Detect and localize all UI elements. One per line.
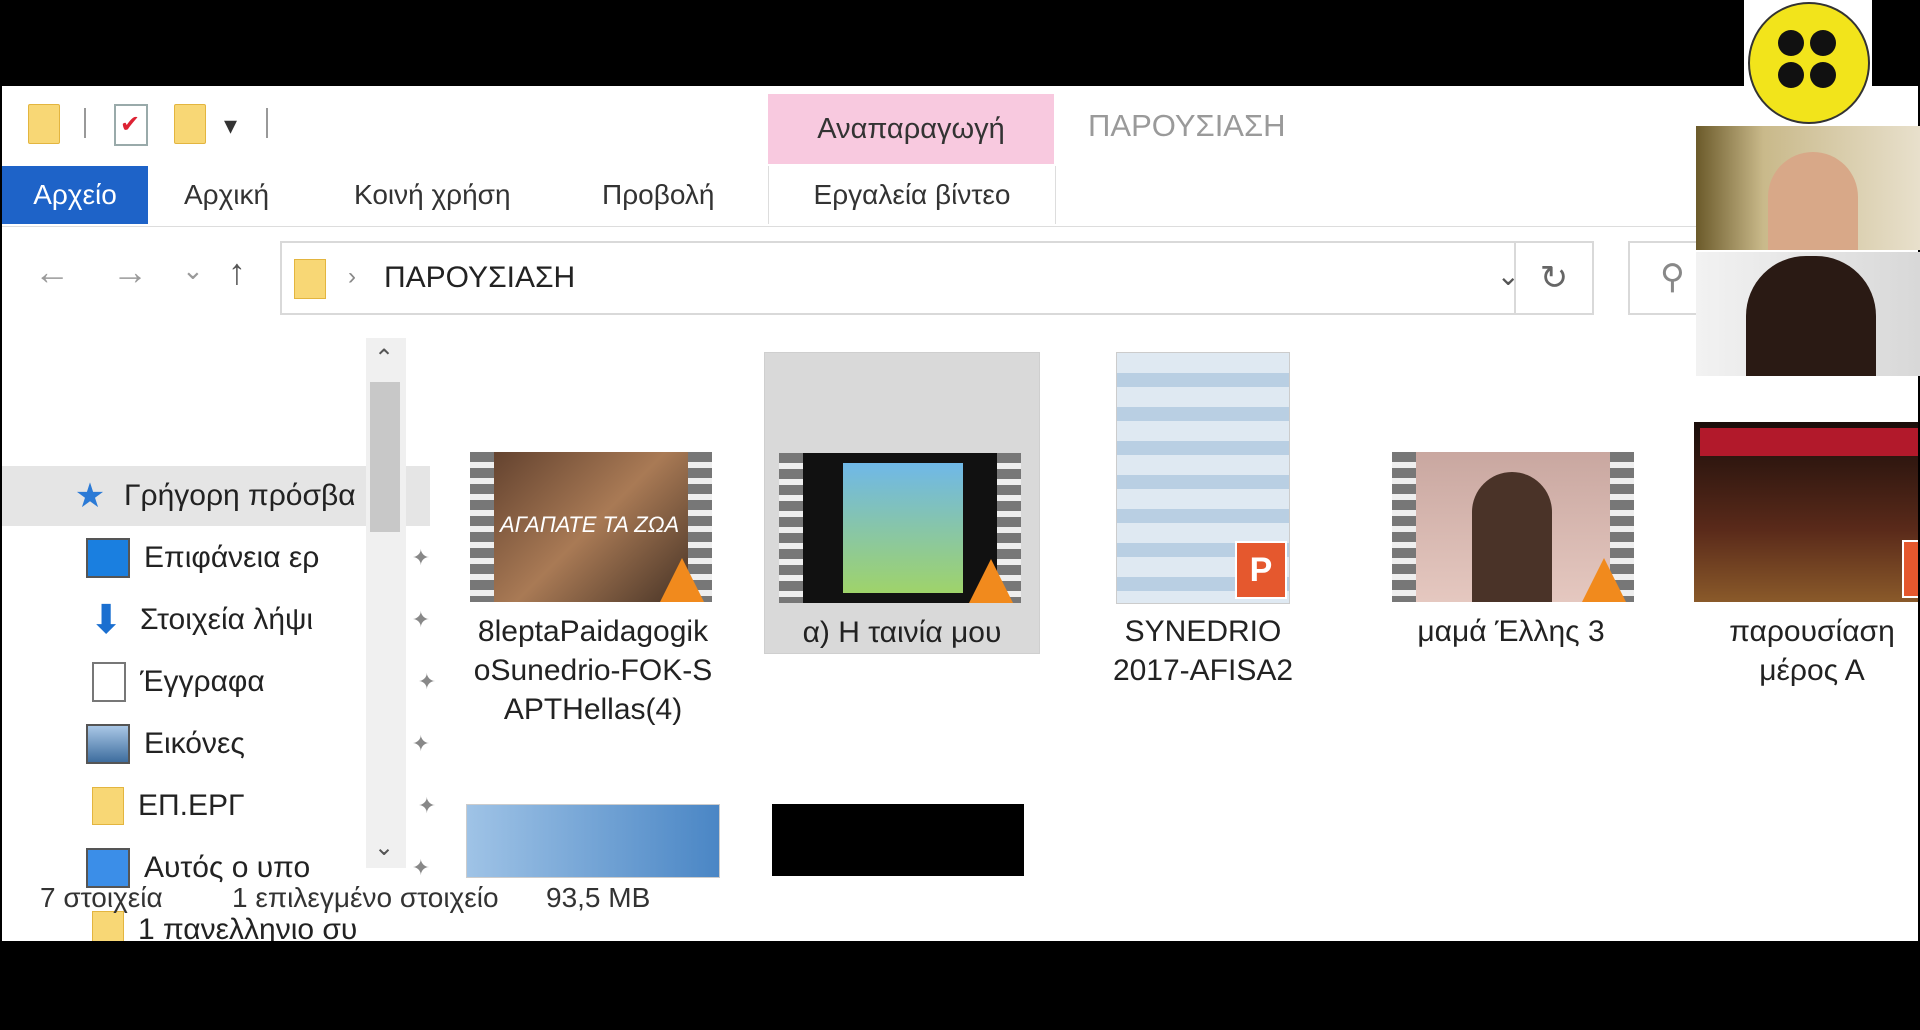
powerpoint-icon: P (1235, 541, 1287, 599)
filmstrip-left (1392, 452, 1416, 602)
sidebar-item-label: Στοιχεία λήψι (140, 603, 314, 636)
separator (84, 108, 86, 138)
navigation-pane: ★ Γρήγορη πρόσβα Επιφάνεια ερ ✦ ⬇ Στοιχε… (2, 338, 436, 888)
tab-share[interactable]: Κοινή χρήση (354, 166, 511, 224)
pin-icon[interactable]: ✦ (418, 669, 436, 695)
address-bar[interactable]: › ΠΑΡΟΥΣΙΑΣΗ ⌄ ↻ (280, 241, 1594, 315)
vlc-cone-icon (660, 558, 704, 602)
refresh-icon[interactable]: ↻ (1514, 243, 1592, 313)
quick-access-toolbar: ▾ (2, 86, 762, 166)
logo-pawprints (1778, 30, 1838, 90)
tab-view[interactable]: Προβολή (602, 166, 714, 224)
customize-qat-dropdown-icon[interactable]: ▾ (224, 110, 237, 141)
sidebar-item-label: Επιφάνεια ερ (144, 541, 320, 574)
video-thumbnail (779, 453, 1021, 603)
file-item-video-tainia-selected[interactable]: α) Η ταινία μου (764, 352, 1040, 654)
file-item-partial-presentation[interactable] (466, 804, 720, 878)
file-name-line: 8leptaPaidagogik (477, 615, 709, 648)
item-count: 7 στοιχεία (40, 882, 163, 913)
file-name: α) Η ταινία μου (765, 613, 1039, 652)
breadcrumb[interactable]: ΠΑΡΟΥΣΙΑΣΗ (384, 261, 575, 295)
thumbnail-caption: ΑΓΑΠΑΤΕ ΤΑ ΖΩΑ (500, 512, 680, 537)
properties-check-icon[interactable] (114, 104, 148, 146)
sidebar-item-label: Εικόνες (144, 727, 245, 760)
file-name-line: α) Η ταινία μου (802, 616, 1002, 649)
filmstrip-left (779, 453, 803, 603)
file-item-video-mama-ellis[interactable]: μαμά Έλλης 3 (1374, 352, 1648, 652)
context-tab-group-playback: Αναπαραγωγή (768, 94, 1054, 164)
file-name-line: παρουσίαση (1729, 615, 1895, 648)
status-bar: 7 στοιχεία 1 επιλεγμένο στοιχείο 93,5 MB (2, 876, 1918, 926)
presentation-thumbnail: P (1116, 352, 1290, 604)
file-name: 8leptaPaidagogik oSunedrio-FOK-S APTHell… (456, 612, 730, 729)
desktop-icon (86, 538, 130, 578)
sidebar-scrollbar[interactable]: ⌃ ⌄ (366, 338, 406, 868)
file-name-line: μαμά Έλλης 3 (1417, 615, 1605, 648)
folder-icon (294, 259, 326, 299)
file-name-line: APTHellas(4) (503, 693, 683, 726)
participant-face (1746, 256, 1876, 376)
participant-face (1768, 152, 1858, 250)
thumbnail-image (843, 463, 963, 593)
video-thumbnail: ΑΓΑΠΑΤΕ ΤΑ ΖΩΑ (470, 452, 712, 602)
window-title: ΠΑΡΟΥΣΙΑΣΗ (1088, 108, 1286, 143)
tab-video-tools[interactable]: Εργαλεία βίντεο (768, 166, 1056, 224)
breadcrumb-separator-icon[interactable]: › (348, 263, 356, 291)
ribbon-tabs: Αρχείο Αρχική Κοινή χρήση Προβολή Εργαλε… (2, 166, 1918, 227)
video-thumbnail (1392, 452, 1634, 602)
file-name-line: 2017-AFISA2 (1112, 654, 1294, 687)
file-name: μαμά Έλλης 3 (1374, 612, 1648, 651)
up-arrow-icon[interactable]: ↑ (228, 251, 246, 293)
sidebar-item-label: ΕΠ.ΕΡΓ (138, 789, 245, 822)
organization-logo (1744, 0, 1872, 125)
tab-file[interactable]: Αρχείο (2, 166, 148, 224)
new-folder-icon[interactable] (174, 104, 206, 144)
navigation-row: ← → ⌄ ↑ › ΠΑΡΟΥΣΙΑΣΗ ⌄ ↻ ⚲ (2, 241, 1918, 321)
presentation-thumbnail: P (1694, 422, 1918, 602)
person-image (1472, 472, 1552, 602)
search-icon: ⚲ (1660, 258, 1685, 296)
scroll-up-icon[interactable]: ⌃ (374, 344, 394, 373)
pin-icon[interactable]: ✦ (412, 545, 430, 571)
back-arrow-icon[interactable]: ← (34, 251, 70, 293)
participant-video-2[interactable] (1696, 252, 1920, 376)
participant-video-1[interactable] (1696, 126, 1920, 250)
file-name-line: oSunedrio-FOK-S (473, 654, 713, 687)
pin-icon[interactable]: ✦ (418, 793, 436, 819)
sidebar-item-label: Έγγραφα (140, 665, 265, 698)
filmstrip-left (470, 452, 494, 602)
folder-icon[interactable] (28, 104, 60, 144)
scrollbar-thumb[interactable] (370, 382, 400, 532)
file-name: παρουσίαση μέρος Α (1682, 612, 1918, 690)
file-explorer-window: ▾ Αναπαραγωγή ΠΑΡΟΥΣΙΑΣΗ Αρχείο Αρχική Κ… (2, 86, 1918, 941)
pin-icon[interactable]: ✦ (412, 607, 430, 633)
sidebar-item-label: Γρήγορη πρόσβα (124, 479, 356, 512)
downloads-arrow-icon: ⬇ (89, 598, 123, 642)
file-name-line: SYNEDRIO (1124, 615, 1282, 648)
selection-info: 1 επιλεγμένο στοιχείο (232, 882, 499, 913)
scroll-down-icon[interactable]: ⌄ (374, 833, 394, 862)
selection-size: 93,5 MB (546, 882, 651, 913)
file-name: SYNEDRIO 2017-AFISA2 (1066, 612, 1340, 690)
forward-arrow-icon[interactable]: → (112, 251, 148, 293)
file-item-video-8lepta[interactable]: ΑΓΑΠΑΤΕ ΤΑ ΖΩΑ 8leptaPaidagogik oSunedri… (456, 352, 730, 742)
file-item-pptx-synedrio[interactable]: P SYNEDRIO 2017-AFISA2 (1066, 352, 1340, 692)
file-name-line: μέρος Α (1759, 654, 1865, 687)
vlc-cone-icon (1582, 558, 1626, 602)
folder-icon (92, 787, 124, 825)
separator (266, 108, 268, 138)
pictures-icon (86, 724, 130, 764)
documents-icon (92, 662, 126, 702)
pin-icon[interactable]: ✦ (412, 731, 430, 757)
vlc-cone-icon (969, 559, 1013, 603)
quick-access-star-icon: ★ (74, 477, 106, 515)
file-item-pptx-parousiasi[interactable]: P παρουσίαση μέρος Α (1682, 352, 1918, 692)
powerpoint-icon: P (1902, 540, 1918, 598)
recent-locations-icon[interactable]: ⌄ (182, 255, 204, 286)
slide-banner (1700, 428, 1918, 456)
tab-home[interactable]: Αρχική (184, 166, 269, 224)
file-item-partial-video[interactable] (772, 804, 1024, 876)
